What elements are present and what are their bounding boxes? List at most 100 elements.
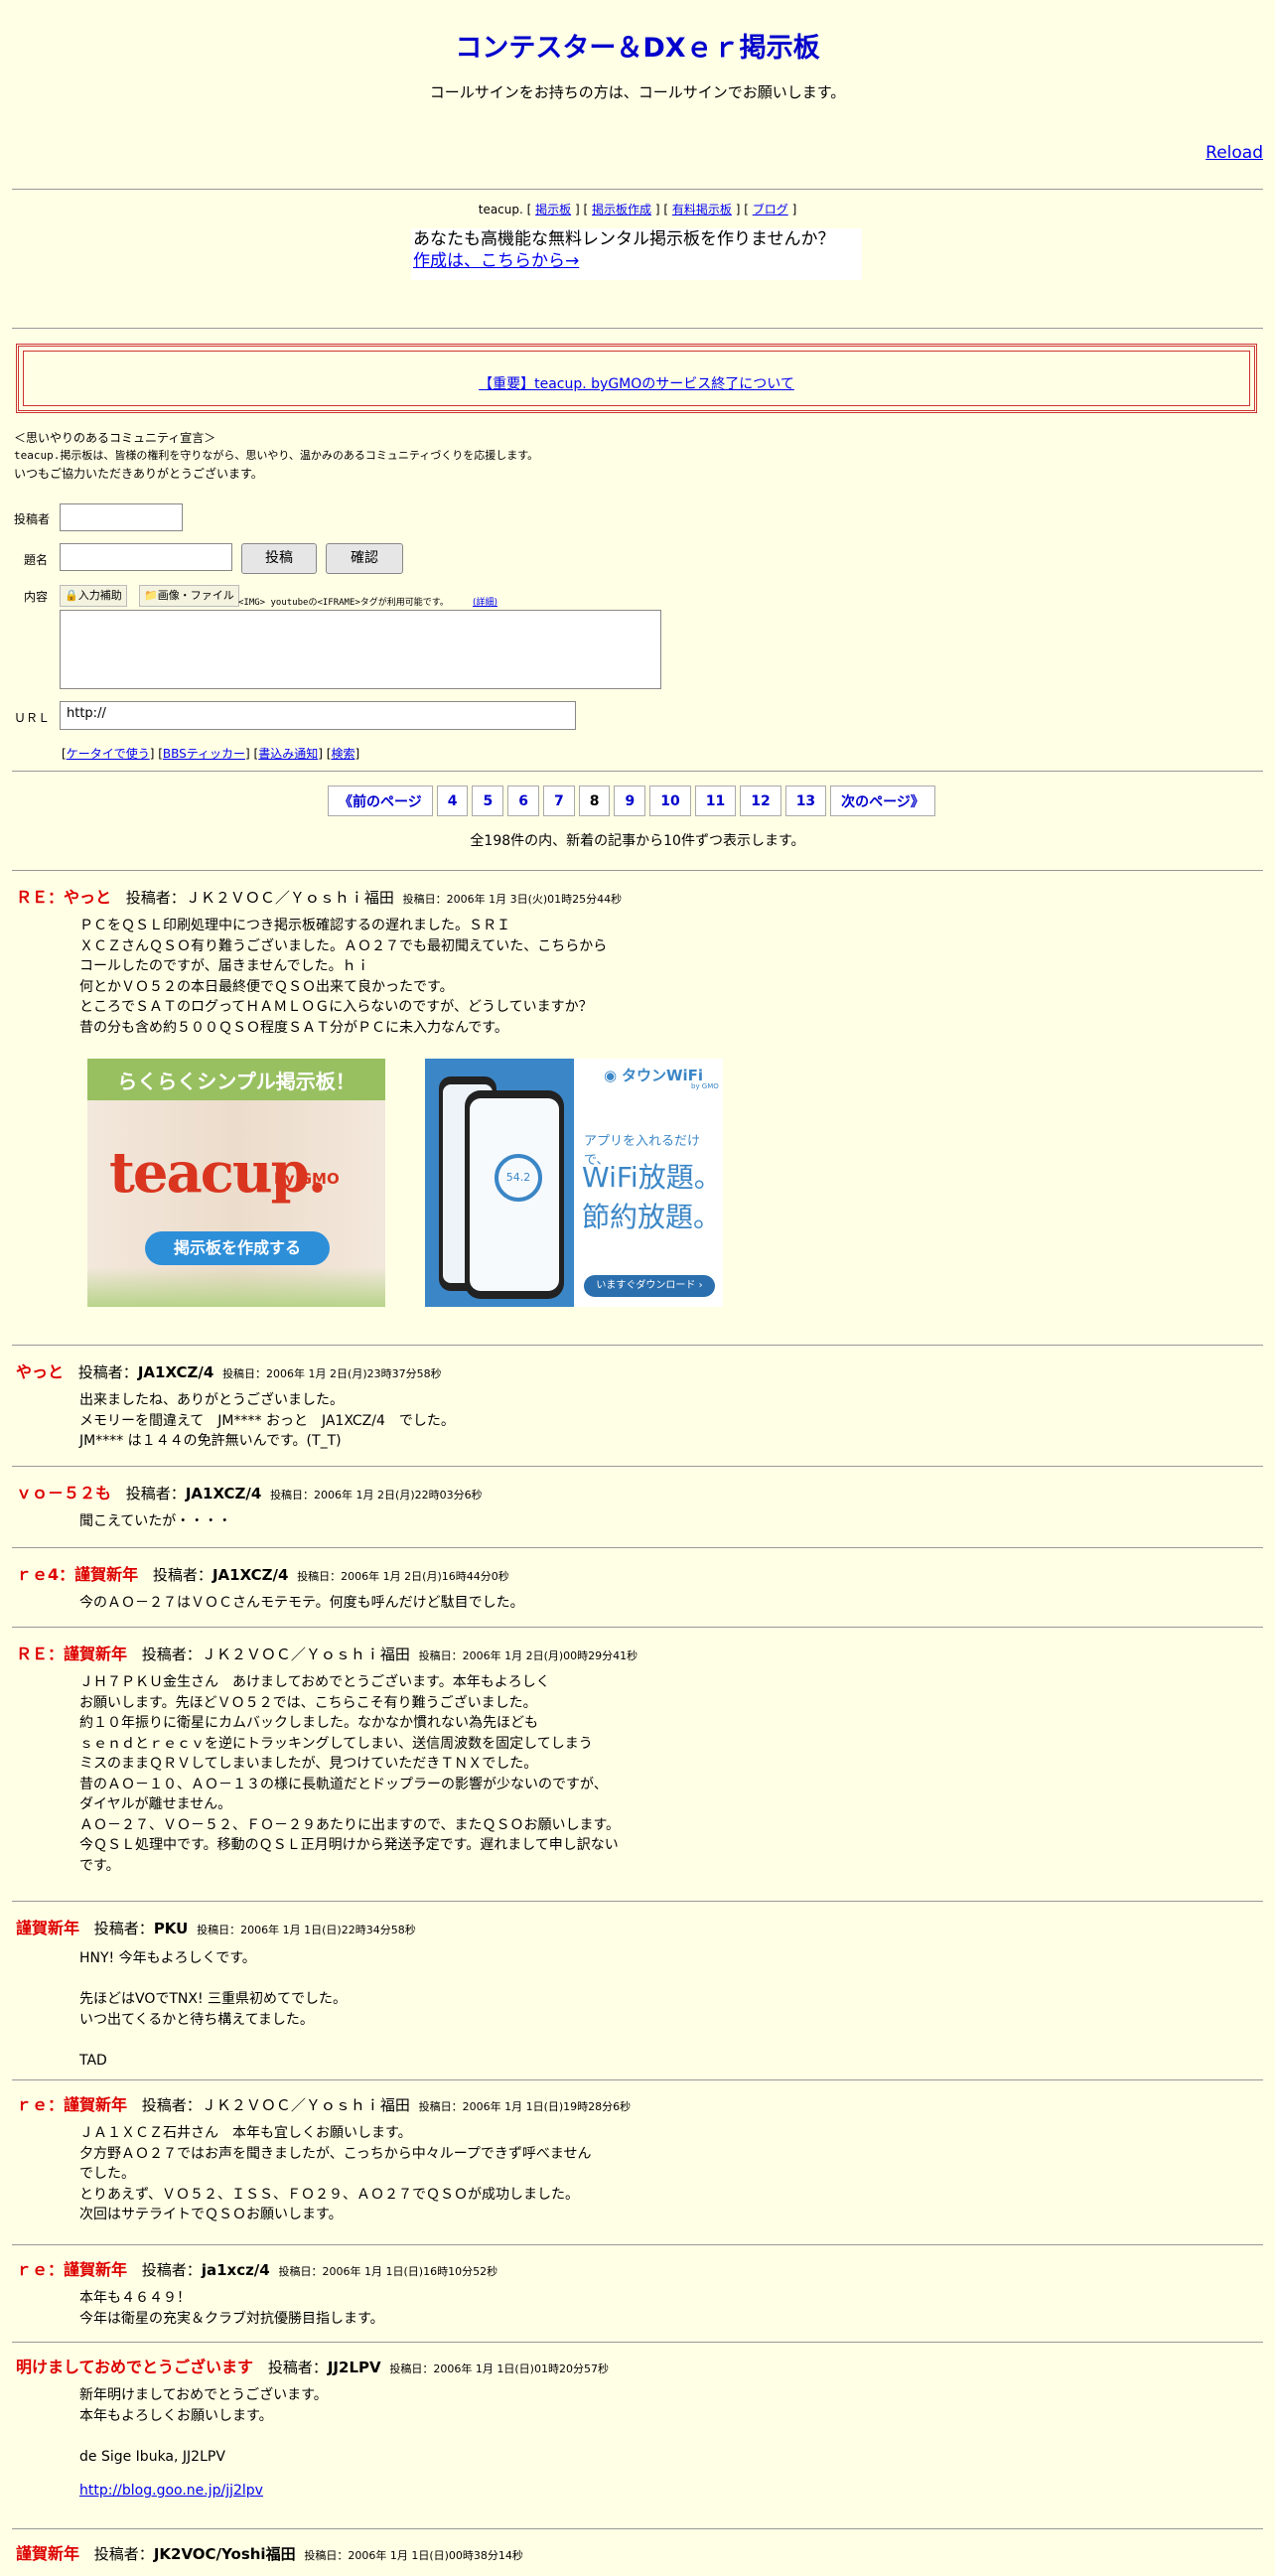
- nav-link-bbs[interactable]: 掲示板: [535, 203, 571, 216]
- post-author: PKU: [153, 1920, 189, 1937]
- nav-link-paid[interactable]: 有料掲示板: [672, 203, 732, 216]
- divider: [12, 2342, 1263, 2343]
- submit-button[interactable]: 投稿: [241, 543, 317, 574]
- post-header: ｒｅ4：謹賀新年 投稿者：JA1XCZ/4 投稿日：2006年 1月 2日(月)…: [16, 1561, 509, 1585]
- post-header: やっと 投稿者：JA1XCZ/4 投稿日：2006年 1月 2日(月)23時37…: [16, 1359, 442, 1382]
- gmo-logo: by GMO: [274, 1170, 340, 1188]
- community-declaration: ＜思いやりのあるコミュニティ宣言＞ teacup.掲示板は、皆様の権利を守りなが…: [14, 429, 538, 483]
- next-page-button[interactable]: 次のページ》: [830, 786, 935, 816]
- divider: [12, 1345, 1263, 1346]
- folder-icon: 📁: [144, 589, 158, 602]
- divider: [12, 2244, 1263, 2245]
- page-button[interactable]: 6: [507, 786, 539, 816]
- post-date: 投稿日：2006年 1月 1日(日)01時20分57秒: [389, 2362, 609, 2375]
- ad-create-link[interactable]: 作成は、こちらから→: [413, 251, 579, 271]
- form-links: [ケータイで使う] [BBSティッカー] [書込み通知] [検索]: [62, 747, 360, 761]
- content-textarea[interactable]: [60, 610, 661, 689]
- post-author: JA1XCZ/4: [185, 1485, 262, 1503]
- townwifi-banner[interactable]: 54.2 ◉ タウンWiFi by GMO アプリを入れるだけで、 WiFi放題…: [425, 1059, 723, 1307]
- author-label: 投稿者: [14, 512, 51, 526]
- post-author-prefix: 投稿者：: [267, 2359, 328, 2376]
- townwifi-by: by GMO: [691, 1082, 719, 1090]
- image-file-button[interactable]: 📁画像・ファイル: [139, 585, 239, 607]
- subject-input[interactable]: [60, 543, 232, 571]
- post-date: 投稿日：2006年 1月 2日(月)23時37分58秒: [222, 1367, 442, 1380]
- page-button[interactable]: 7: [542, 786, 575, 816]
- mobile-link[interactable]: ケータイで使う: [67, 747, 150, 761]
- post-header: ｖｏ－５２も 投稿者：JA1XCZ/4 投稿日：2006年 1月 2日(月)22…: [16, 1480, 483, 1503]
- current-page-button: 8: [578, 786, 611, 816]
- page-subtitle: コールサインをお持ちの方は、コールサインでお願いします。: [429, 83, 846, 101]
- divider: [12, 189, 1263, 190]
- nav-link-blog[interactable]: ブログ: [753, 203, 788, 216]
- post-date: 投稿日：2006年 1月 2日(月)00時29分41秒: [418, 1649, 638, 1662]
- post-header: ＲＥ：やっと 投稿者：ＪＫ２ＶＯＣ／Ｙｏｓｈｉ福田 投稿日：2006年 1月 3…: [16, 884, 622, 908]
- post-title: 謹賀新年: [16, 1919, 80, 1937]
- input-help-label: 入力補助: [77, 589, 122, 602]
- post-title: ｒｅ：謹賀新年: [16, 2260, 128, 2279]
- nav-sep: ] [: [735, 203, 749, 216]
- notify-link[interactable]: 書込み通知: [258, 747, 318, 761]
- page-button[interactable]: 9: [614, 786, 646, 816]
- tag-detail-link[interactable]: (詳細): [473, 595, 497, 608]
- page-button[interactable]: 11: [694, 786, 737, 816]
- input-help-button[interactable]: 🔒入力補助: [60, 585, 127, 607]
- divider: [12, 1466, 1263, 1467]
- author-input[interactable]: [60, 503, 183, 531]
- post-author-prefix: 投稿者：: [125, 1485, 186, 1503]
- ad-line: あなたも高機能な無料レンタル掲示板を作りませんか？: [413, 229, 835, 249]
- divider: [12, 771, 1263, 772]
- post-date: 投稿日：2006年 1月 1日(日)19時28分6秒: [418, 2100, 632, 2113]
- post-link[interactable]: http://blog.goo.ne.jp/jj2lpv: [79, 2483, 263, 2499]
- post-header: ＲＥ：謹賀新年 投稿者：ＪＫ２ＶＯＣ／Ｙｏｓｈｉ福田 投稿日：2006年 1月 …: [16, 1641, 638, 1664]
- page-title: コンテスター＆DXｅｒ掲示板: [455, 33, 820, 64]
- post-author: JJ2LPV: [327, 2359, 381, 2376]
- post-title: ＲＥ：やっと: [16, 888, 112, 907]
- post-header: 明けましておめでとうございます 投稿者：JJ2LPV 投稿日：2006年 1月 …: [16, 2354, 609, 2377]
- divider: [12, 2528, 1263, 2529]
- confirm-button[interactable]: 確認: [326, 543, 403, 574]
- download-button[interactable]: いますぐダウンロード ›: [584, 1275, 715, 1297]
- post-date: 投稿日：2006年 1月 1日(日)00時38分14秒: [304, 2549, 523, 2562]
- reload-link[interactable]: Reload: [1205, 143, 1263, 163]
- page-button[interactable]: 4: [436, 786, 469, 816]
- search-link[interactable]: 検索: [331, 747, 354, 761]
- wifi-icon: ◉: [604, 1067, 618, 1084]
- service-end-notice-link[interactable]: 【重要】teacup. byGMOのサービス終了について: [24, 373, 1249, 393]
- post-body: ＪＨ７ＰＫＵ金生さん あけましておめでとうございます。本年もよろしく お願いしま…: [79, 1674, 621, 1874]
- divider: [12, 1547, 1263, 1548]
- teacup-nav-prefix: teacup. [: [478, 203, 532, 216]
- subject-label: 題名: [24, 553, 49, 567]
- teacup-banner[interactable]: らくらくシンプル掲示板！ teacup. by GMO 掲示板を作成する: [87, 1059, 385, 1307]
- prev-page-button[interactable]: 《前のページ: [328, 786, 433, 816]
- speed-gauge: 54.2: [495, 1154, 542, 1202]
- banner-title: らくらくシンプル掲示板！: [117, 1070, 355, 1093]
- post-author-prefix: 投稿者：: [125, 889, 186, 907]
- image-file-label: 画像・ファイル: [157, 589, 234, 602]
- url-input[interactable]: http://: [60, 701, 576, 730]
- post-date: 投稿日：2006年 1月 1日(日)16時10分52秒: [278, 2265, 498, 2278]
- create-board-button[interactable]: 掲示板を作成する: [145, 1231, 330, 1265]
- page-button[interactable]: 10: [649, 786, 691, 816]
- page-info: 全198件の内、新着の記事から10件ずつ表示します。: [470, 833, 805, 849]
- post-date: 投稿日：2006年 1月 2日(月)16時44分0秒: [297, 1570, 509, 1583]
- nav-sep: ] [: [574, 203, 589, 216]
- pager: 《前のページ 4 5 6 7 8 9 10 11 12 13 次のページ》: [328, 786, 935, 816]
- page-button[interactable]: 13: [784, 786, 827, 816]
- post-body: 今のＡＯ－２７はＶＯＣさんモテモテ。何度も呼んだけど駄目でした。: [79, 1595, 524, 1611]
- post-author-prefix: 投稿者：: [152, 1566, 212, 1584]
- post-title: ｒｅ4：謹賀新年: [16, 1565, 139, 1584]
- townwifi-line2: WiFi放題。: [582, 1161, 722, 1194]
- ticker-link[interactable]: BBSティッカー: [163, 747, 245, 761]
- post-author-prefix: 投稿者：: [141, 2261, 202, 2279]
- nav-link-create[interactable]: 掲示板作成: [592, 203, 651, 216]
- post-body: 聞こえていたが・・・・: [79, 1513, 232, 1529]
- townwifi-line3: 節約放題。: [582, 1201, 722, 1233]
- post-author-prefix: 投稿者：: [141, 2096, 202, 2114]
- post-author: ja1xcz/4: [201, 2261, 270, 2279]
- page-button[interactable]: 12: [740, 786, 781, 816]
- post-title: ｖｏ－５２も: [16, 1484, 112, 1503]
- divider: [12, 1627, 1263, 1628]
- page-button[interactable]: 5: [472, 786, 504, 816]
- ad-box: あなたも高機能な無料レンタル掲示板を作りませんか？ 作成は、こちらから→: [411, 228, 862, 280]
